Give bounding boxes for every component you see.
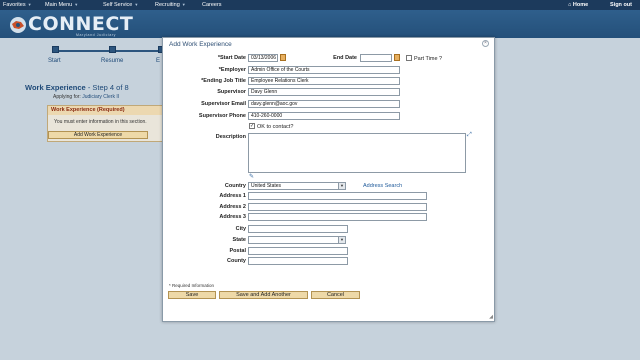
start-date-label: *Start Date — [217, 55, 246, 61]
page-title: Work Experience - Step 4 of 8 — [25, 83, 129, 92]
logo-icon — [10, 17, 26, 33]
menu-main-menu-label: Main Menu — [45, 2, 73, 8]
end-date-input[interactable] — [360, 54, 392, 62]
address2-input[interactable] — [248, 203, 427, 211]
supervisor-label: Supervisor — [217, 89, 246, 95]
logo-subtitle: Maryland Judiciary — [76, 33, 116, 37]
supervisor-email-label: Supervisor Email — [201, 101, 246, 107]
city-input[interactable] — [248, 225, 348, 233]
menu-favorites[interactable]: Favorites ▼ — [3, 2, 32, 8]
required-info-note: * Required Information — [169, 283, 215, 288]
applying-for: Applying for: Judiciary Clerk II — [53, 94, 119, 100]
chevron-down-icon: ▼ — [27, 2, 32, 7]
spellcheck-icon[interactable]: ✎ — [249, 173, 254, 180]
state-label: State — [232, 237, 246, 243]
menu-self-service-label: Self Service — [103, 2, 133, 8]
country-select[interactable]: United States ▼ — [248, 182, 346, 190]
menu-recruiting-label: Recruiting — [155, 2, 180, 8]
calendar-icon[interactable] — [280, 54, 286, 61]
page-title-text: Work Experience — [25, 83, 86, 92]
address1-input[interactable] — [248, 192, 427, 200]
address3-input[interactable] — [248, 213, 427, 221]
employer-label: *Employer — [218, 67, 246, 73]
description-label: Description — [215, 134, 246, 140]
save-button[interactable]: Save — [168, 291, 216, 299]
address3-label: Address 3 — [219, 214, 246, 220]
step-progress-line — [52, 50, 162, 52]
chevron-down-icon: ▼ — [134, 2, 139, 7]
ok-to-contact-checkbox[interactable]: ✓ — [249, 123, 255, 129]
signout-link[interactable]: Sign out — [610, 2, 632, 8]
postal-input[interactable] — [248, 247, 348, 255]
home-link[interactable]: ⌂ Home — [568, 2, 588, 8]
top-menu-bar: Favorites ▼ Main Menu ▼ Self Service ▼ Recr… — [0, 0, 640, 10]
chevron-down-icon: ▼ — [338, 237, 345, 243]
logo-text: CONNECT — [28, 13, 134, 35]
postal-label: Postal — [229, 248, 246, 254]
supervisor-input[interactable]: Davy Glenn — [248, 88, 400, 96]
step-info: - Step 4 of 8 — [85, 83, 129, 92]
employer-input[interactable]: Admin Office of the Courts — [248, 66, 400, 74]
applying-job: Judiciary Clerk II — [82, 94, 120, 100]
required-section-message: You must enter information in this secti… — [54, 119, 147, 125]
add-work-experience-button[interactable]: Add Work Experience — [48, 131, 148, 139]
state-select[interactable]: ▼ — [248, 236, 346, 244]
part-time-label: Part Time ? — [414, 56, 443, 62]
county-label: County — [227, 258, 246, 264]
header-banner: CONNECT Maryland Judiciary — [0, 10, 640, 38]
chevron-down-icon: ▼ — [74, 2, 79, 7]
supervisor-phone-label: Supervisor Phone — [198, 113, 246, 119]
required-section-heading: Work Experience (Required) — [48, 106, 164, 115]
ending-job-title-label: *Ending Job Title — [201, 78, 246, 84]
modal-title: Add Work Experience — [169, 41, 232, 48]
required-section: Work Experience (Required) You must ente… — [47, 105, 165, 142]
resize-handle-icon[interactable]: ◢ — [489, 314, 493, 320]
add-work-experience-modal: Add Work Experience × *Start Date 03/13/… — [162, 37, 495, 322]
address2-label: Address 2 — [219, 204, 246, 210]
expand-icon[interactable]: ⤢ — [467, 132, 472, 139]
menu-favorites-label: Favorites — [3, 2, 26, 8]
county-input[interactable] — [248, 257, 348, 265]
menu-recruiting[interactable]: Recruiting ▼ — [155, 2, 186, 8]
start-date-input[interactable]: 03/13/2006 — [248, 54, 278, 62]
supervisor-email-input[interactable]: davy.glenn@aoc.gov — [248, 100, 400, 108]
end-date-label: End Date — [333, 55, 357, 61]
menu-careers[interactable]: Careers — [202, 2, 222, 8]
close-icon[interactable]: × — [482, 40, 489, 47]
description-textarea[interactable] — [248, 133, 466, 173]
country-label: Country — [224, 183, 246, 189]
home-label: Home — [572, 2, 589, 8]
city-label: City — [235, 226, 246, 232]
cancel-button[interactable]: Cancel — [311, 291, 360, 299]
step-label-next[interactable]: E — [156, 58, 160, 64]
chevron-down-icon: ▼ — [338, 183, 345, 189]
ok-to-contact-label: OK to contact? — [257, 124, 294, 130]
chevron-down-icon: ▼ — [181, 2, 186, 7]
menu-careers-label: Careers — [202, 2, 222, 8]
address-search-link[interactable]: Address Search — [363, 183, 402, 189]
supervisor-phone-input[interactable]: 410-260-0000 — [248, 112, 400, 120]
step-dot-resume[interactable] — [109, 46, 116, 53]
country-select-value: United States — [251, 183, 282, 189]
applying-label: Applying for: — [53, 94, 81, 100]
part-time-checkbox[interactable] — [406, 55, 412, 61]
calendar-icon[interactable] — [394, 54, 400, 61]
menu-main-menu[interactable]: Main Menu ▼ — [45, 2, 78, 8]
step-label-resume[interactable]: Resume — [101, 58, 123, 64]
home-icon: ⌂ — [568, 2, 572, 8]
menu-self-service[interactable]: Self Service ▼ — [103, 2, 138, 8]
step-label-start[interactable]: Start — [48, 58, 61, 64]
ending-job-title-input[interactable]: Employee Relations Clerk — [248, 77, 400, 85]
step-dot-start[interactable] — [52, 46, 59, 53]
address1-label: Address 1 — [219, 193, 246, 199]
save-and-add-another-button[interactable]: Save and Add Another — [219, 291, 308, 299]
